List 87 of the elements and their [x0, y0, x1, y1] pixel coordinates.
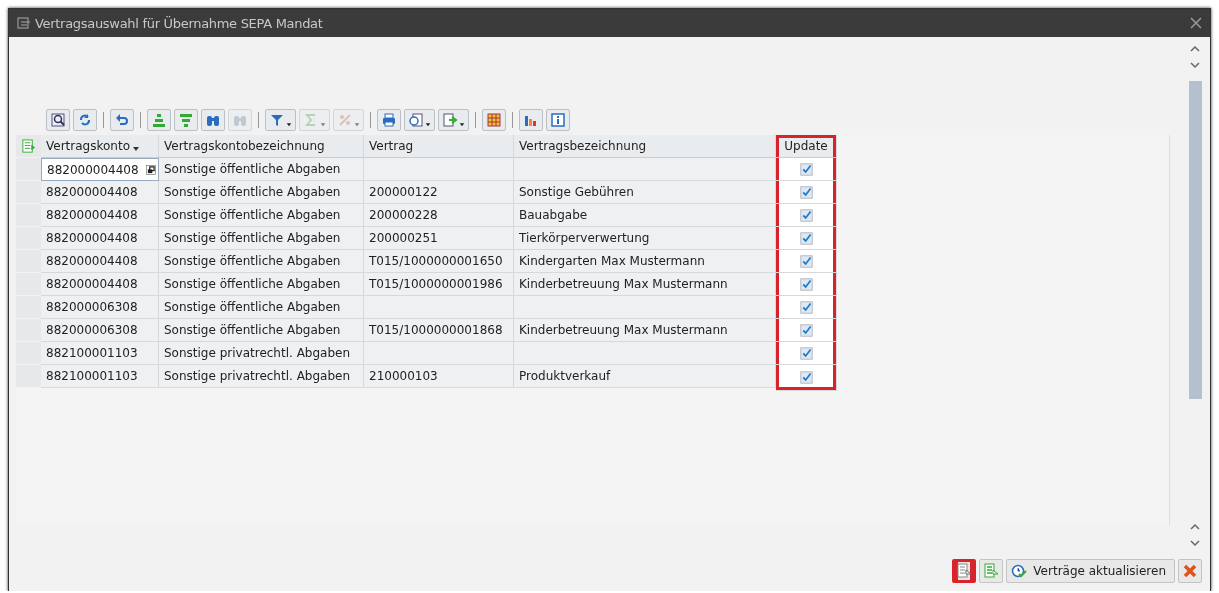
subtotal-icon: [337, 112, 353, 128]
toolbar-button[interactable]: [73, 109, 97, 131]
toolbar-button[interactable]: [110, 109, 134, 131]
deselect-all-icon: [983, 563, 1000, 579]
table-cell: 882000006308: [41, 296, 159, 319]
select-all-rows-icon[interactable]: [21, 138, 36, 154]
table-cell: 882000006308: [41, 319, 159, 342]
table-cell: 882000004408: [41, 181, 159, 204]
document-view-icon: [408, 112, 424, 128]
checkbox[interactable]: [799, 254, 813, 268]
column-header[interactable]: Vertragskontobezeichnung: [159, 135, 364, 158]
scrollbar-thumb[interactable]: [1188, 81, 1202, 399]
scroll-up-icon[interactable]: [1190, 523, 1200, 531]
table-cell: 210000103: [364, 365, 514, 388]
magnifier-icon: [50, 112, 66, 128]
toolbar-button[interactable]: [377, 109, 401, 131]
table-cell: 882000004408: [41, 204, 159, 227]
table-cell: 200000122: [364, 181, 514, 204]
export-icon: [442, 112, 458, 128]
toolbar-button[interactable]: [404, 109, 435, 131]
scroll-down-icon[interactable]: [1190, 539, 1200, 547]
column-header[interactable]: Vertragskonto: [41, 135, 159, 158]
checkbox[interactable]: [799, 323, 813, 337]
table-cell: Bauabgabe: [514, 204, 776, 227]
table-cell: Sonstige privatrechtl. Abgaben: [159, 342, 364, 365]
toolbar-button[interactable]: [952, 559, 977, 583]
sort-ascending-icon: [151, 112, 167, 128]
table-cell: Produktverkauf: [514, 365, 776, 388]
table-cell: Sonstige öffentliche Abgaben: [159, 181, 364, 204]
column-header[interactable]: Vertrag: [364, 135, 514, 158]
table-cell: Kindergarten Max Mustermann: [514, 250, 776, 273]
toolbar-button[interactable]: [546, 109, 570, 131]
checkbox[interactable]: [799, 371, 813, 384]
execute-button[interactable]: Verträge aktualisieren: [1006, 559, 1175, 583]
checkbox[interactable]: [799, 185, 813, 199]
table-cell: Sonstige öffentliche Abgaben: [159, 319, 364, 342]
toolbar-button[interactable]: [201, 109, 225, 131]
filter-icon: [269, 112, 285, 128]
table-cell: T015/1000000001650: [364, 250, 514, 273]
toolbar-button[interactable]: [46, 109, 70, 131]
grid-icon: [486, 112, 502, 128]
table-cell: 882100001103: [41, 365, 159, 388]
table-cell: 882000004408: [41, 250, 159, 273]
undo-icon: [114, 112, 130, 128]
table-cell: T015/1000000001986: [364, 273, 514, 296]
sort-descending-icon: [178, 112, 194, 128]
info-icon: [550, 112, 566, 128]
table-cell: 200000228: [364, 204, 514, 227]
column-header[interactable]: Vertragsbezeichnung: [514, 135, 776, 158]
checkbox[interactable]: [799, 208, 813, 222]
table-cell: 882000004408: [41, 227, 159, 250]
table-cell: Sonstige öffentliche Abgaben: [159, 273, 364, 296]
scroll-down-icon[interactable]: [1190, 61, 1200, 69]
refresh-icon: [77, 112, 93, 128]
checkbox[interactable]: [799, 277, 813, 291]
checkbox[interactable]: [799, 162, 813, 176]
table-cell: Kinderbetreuung Max Mustermann: [514, 273, 776, 296]
table-cell: 882000004408: [41, 273, 159, 296]
scroll-up-icon[interactable]: [1190, 45, 1200, 53]
table-cell: T015/1000000001868: [364, 319, 514, 342]
value-help-icon[interactable]: [146, 165, 156, 175]
table-cell: 200000251: [364, 227, 514, 250]
checkbox[interactable]: [799, 300, 813, 314]
select-all-icon: [956, 563, 973, 579]
table-cell: Sonstige öffentliche Abgaben: [159, 204, 364, 227]
table-cell: Sonstige privatrechtl. Abgaben: [159, 365, 364, 388]
table-cell: Sonstige öffentliche Abgaben: [159, 250, 364, 273]
printer-icon: [381, 112, 397, 128]
table-cell: Sonstige öffentliche Abgaben: [159, 296, 364, 319]
table-cell: Sonstige öffentliche Abgaben: [159, 227, 364, 250]
table-cell: Sonstige öffentliche Abgaben: [159, 158, 364, 181]
window-icon: [17, 17, 31, 29]
column-header[interactable]: Update: [776, 135, 837, 158]
cancel-button[interactable]: [1178, 559, 1202, 583]
close-icon[interactable]: [1190, 17, 1202, 29]
table-cell: Sonstige Gebühren: [514, 181, 776, 204]
table-cell: 882100001103: [41, 342, 159, 365]
toolbar-button[interactable]: [265, 109, 296, 131]
table-cell: Kinderbetreuung Max Mustermann: [514, 319, 776, 342]
cancel-icon: [1182, 563, 1198, 579]
table-cell: 882000004408: [41, 158, 159, 181]
toolbar-button[interactable]: [519, 109, 543, 131]
table-cell: Tierkörperverwertung: [514, 227, 776, 250]
window-title: Vertragsauswahl für Übernahme SEPA Mandat: [35, 15, 323, 31]
checkbox[interactable]: [799, 346, 813, 360]
clock-check-icon: [1011, 563, 1028, 579]
checkbox[interactable]: [799, 231, 813, 245]
